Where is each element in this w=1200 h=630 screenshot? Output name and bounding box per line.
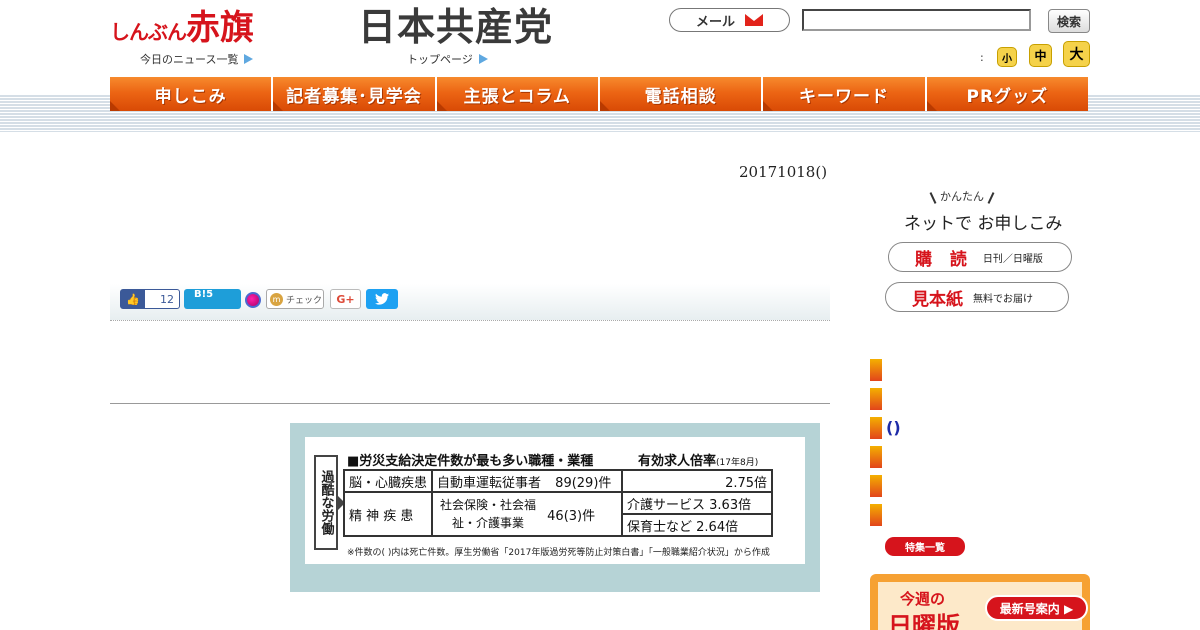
row2-industry: 社会保険・社会福祉・介護事業 bbox=[440, 498, 537, 530]
mixi-check-button[interactable]: m チェック bbox=[266, 289, 324, 309]
arrow-right-icon bbox=[478, 54, 488, 64]
top-page-label: トップページ bbox=[407, 53, 473, 66]
table-cell: 脳・心臓疾患 bbox=[342, 469, 434, 493]
subscribe-button[interactable]: 購 読 日刊／日曜版 bbox=[888, 242, 1072, 272]
twitter-button[interactable] bbox=[366, 289, 398, 309]
figure-title-left: ■労災支給決定件数が最も多い職種・業種 bbox=[347, 454, 594, 469]
mail-label: メール bbox=[695, 14, 735, 30]
arrow-right-icon bbox=[244, 54, 254, 64]
facebook-like-button[interactable]: 👍 12 bbox=[120, 289, 180, 309]
subscribe-sub: 日刊／日曜版 bbox=[982, 253, 1043, 265]
list-item-marker[interactable] bbox=[870, 359, 882, 381]
tokushu-list-button[interactable]: 特集一覧 bbox=[885, 537, 965, 556]
list-item-marker[interactable] bbox=[870, 475, 882, 497]
figure-table: 脳・心臓疾患 自動車運転従事者 89(29)件 2.75倍 精 神 疾 患 社会… bbox=[342, 469, 774, 537]
table-row: 精 神 疾 患 社会保険・社会福祉・介護事業 46(3)件 介護サービス 3.6… bbox=[342, 491, 774, 537]
table-cell: 2.75倍 bbox=[621, 469, 774, 493]
google-plus-button[interactable]: G+ bbox=[330, 289, 361, 309]
article-figure: 過酷な労働 ■労災支給決定件数が最も多い職種・業種 有効求人倍率(17年8月) … bbox=[290, 423, 820, 592]
search-input[interactable] bbox=[802, 9, 1031, 31]
font-medium-button[interactable]: 中 bbox=[1029, 44, 1052, 67]
table-cell: 介護サービス 3.63倍 bbox=[621, 491, 774, 515]
figure-panel: 過酷な労働 ■労災支給決定件数が最も多い職種・業種 有効求人倍率(17年8月) … bbox=[305, 437, 805, 564]
table-row: 脳・心臓疾患 自動車運転従事者 89(29)件 2.75倍 bbox=[342, 469, 774, 493]
today-news-link[interactable]: 今日のニュース一覧 bbox=[140, 51, 254, 67]
figure-title-right-text: 有効求人倍率 bbox=[638, 454, 717, 469]
article-date: 20171018() bbox=[739, 163, 828, 181]
table-cell: 精 神 疾 患 bbox=[342, 491, 434, 537]
net-apply-title: ネットで お申しこみ bbox=[904, 214, 1063, 234]
list-item-marker[interactable] bbox=[870, 446, 882, 468]
nav-item-keyword[interactable]: キーワード bbox=[763, 77, 927, 111]
share-bar: 👍 12 B!5 m チェック G+ bbox=[110, 284, 830, 321]
mixi-icon[interactable] bbox=[245, 292, 261, 308]
nav-item-goods[interactable]: PRグッズ bbox=[926, 77, 1088, 111]
table-cell: 社会保険・社会福祉・介護事業 46(3)件 bbox=[431, 491, 624, 537]
row2-count: 46(3)件 bbox=[547, 508, 596, 524]
list-item-marker[interactable] bbox=[870, 388, 882, 410]
sidebar-paren-link[interactable]: () bbox=[886, 418, 901, 437]
row1-count: 89(29)件 bbox=[555, 475, 612, 491]
row1-industry: 自動車運転従事者 bbox=[437, 475, 542, 491]
font-small-button[interactable]: 小 bbox=[997, 47, 1017, 67]
today-news-label: 今日のニュース一覧 bbox=[140, 53, 239, 66]
sample-paper-button[interactable]: 見本紙 無料でお届け bbox=[885, 282, 1069, 312]
akahata-logo[interactable]: しんぶん 赤旗 bbox=[110, 8, 300, 48]
table-cell: 保育士など 2.64倍 bbox=[621, 513, 774, 537]
mail-button[interactable]: メール bbox=[669, 8, 790, 32]
thumbs-up-icon: 👍 bbox=[121, 290, 145, 308]
figure-title-right: 有効求人倍率(17年8月) bbox=[638, 450, 758, 469]
article-divider bbox=[110, 403, 830, 404]
check-label: チェック bbox=[286, 295, 323, 306]
subscribe-main: 購 読 bbox=[915, 249, 973, 270]
font-large-button[interactable]: 大 bbox=[1063, 41, 1090, 67]
search-button[interactable]: 検索 bbox=[1048, 9, 1090, 33]
logo-akahata-small: しんぶん bbox=[110, 20, 187, 44]
envelope-icon bbox=[745, 14, 763, 26]
sample-main: 見本紙 bbox=[912, 289, 963, 310]
promo-sunday: 日曜版 bbox=[888, 612, 960, 630]
sunday-edition-promo[interactable]: 今週の 日曜版 最新号案内 ▶ bbox=[870, 574, 1090, 630]
latest-issue-button[interactable]: 最新号案内 ▶ bbox=[985, 595, 1088, 621]
nav-item-recruit[interactable]: 記者募集･見学会 bbox=[273, 77, 437, 111]
hatena-bookmark-button[interactable]: B!5 bbox=[184, 289, 241, 309]
logo-akahata-big: 赤旗 bbox=[186, 8, 254, 48]
main-nav: 申しこみ 記者募集･見学会 主張とコラム 電話相談 キーワード PRグッズ bbox=[110, 77, 1088, 111]
font-size-colon: : bbox=[980, 51, 984, 64]
top-page-link[interactable]: トップページ bbox=[407, 51, 488, 67]
figure-note: ※件数の( )内は死亡件数。厚生労働省「2017年版過労死等防止対策白書」「一般… bbox=[347, 548, 770, 558]
table-cell: 自動車運転従事者 89(29)件 bbox=[431, 469, 624, 493]
kantan-label: かんたん bbox=[940, 190, 984, 203]
nav-item-subscribe[interactable]: 申しこみ bbox=[110, 77, 274, 111]
figure-side-label: 過酷な労働 bbox=[314, 455, 345, 550]
nav-item-editorial[interactable]: 主張とコラム bbox=[436, 77, 600, 111]
twitter-bird-icon bbox=[375, 293, 389, 305]
sample-sub: 無料でお届け bbox=[973, 293, 1033, 305]
figure-title-right-note: (17年8月) bbox=[716, 458, 759, 468]
fb-count: 12 bbox=[160, 292, 174, 306]
list-item-marker[interactable] bbox=[870, 417, 882, 439]
jcp-logo[interactable]: 日本共産党 bbox=[358, 6, 553, 48]
mixi-m-icon: m bbox=[270, 292, 283, 306]
list-item-marker[interactable] bbox=[870, 504, 882, 526]
nav-item-phone[interactable]: 電話相談 bbox=[599, 77, 764, 111]
